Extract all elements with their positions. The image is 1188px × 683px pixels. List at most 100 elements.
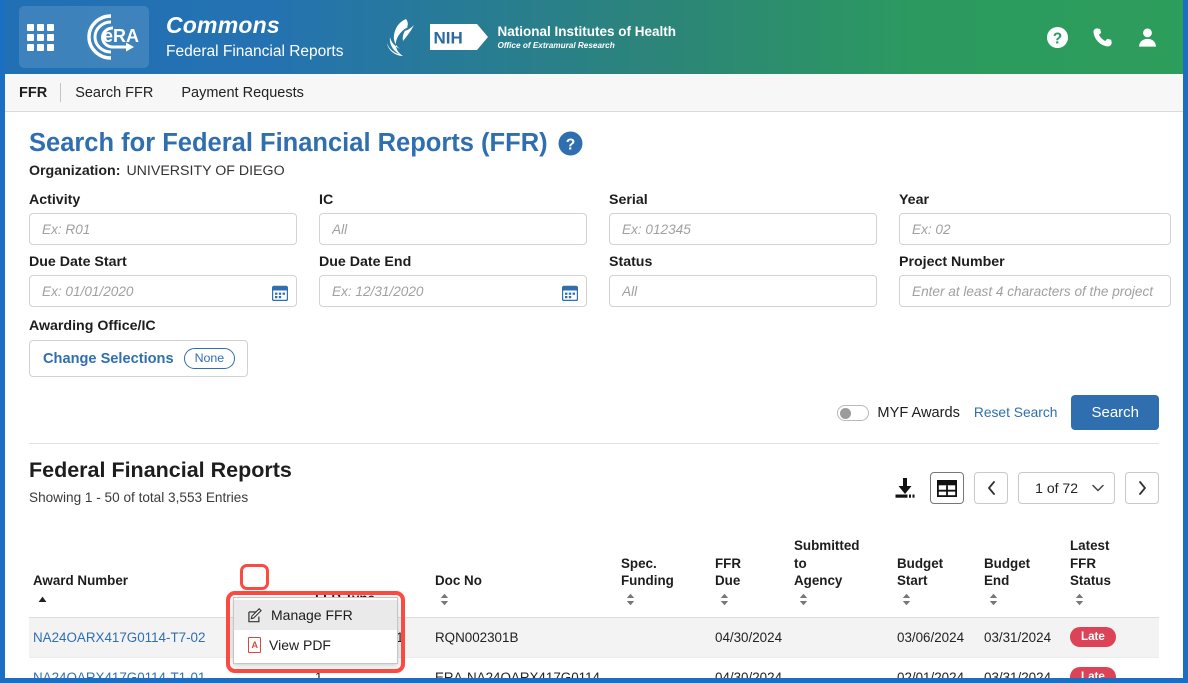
table-view-icon — [937, 479, 958, 497]
sort-both-icon — [720, 594, 729, 606]
masthead-actions: ? — [1046, 26, 1165, 49]
col-submitted-to-agency[interactable]: Submitted to Agency — [794, 519, 897, 619]
col-ffr-due[interactable]: FFR Due — [715, 519, 794, 619]
col-budget-start[interactable]: Budget Start — [897, 519, 984, 619]
next-page-button[interactable] — [1125, 472, 1159, 504]
project-number-input[interactable] — [910, 276, 1160, 306]
application-window: eRA Commons Federal Financial Reports NI… — [0, 0, 1188, 683]
col-latest-ffr-status[interactable]: Latest FFR Status — [1070, 519, 1159, 619]
due-date-end-input[interactable] — [330, 276, 576, 306]
year-input[interactable] — [910, 214, 1160, 244]
apps-grid-icon[interactable] — [27, 23, 54, 51]
context-menu-item-manage-ffr[interactable]: Manage FFR — [234, 600, 397, 630]
cell-latest-ffr-status: Late — [1070, 617, 1159, 659]
page-title: Search for Federal Financial Reports (FF… — [29, 129, 548, 157]
col-award-number[interactable]: Award Number — [29, 519, 241, 619]
organization-row: Organization: UNIVERSITY OF DIEGO — [29, 163, 1159, 179]
app-masthead: eRA Commons Federal Financial Reports NI… — [5, 0, 1183, 74]
table-view-button[interactable] — [930, 472, 965, 504]
cell-budget-end: 03/31/2024 — [984, 617, 1070, 659]
table-row: NA24OARX417G0114-T1-01 1 ERA-NA24OARX417… — [29, 657, 1159, 678]
search-button[interactable]: Search — [1071, 395, 1159, 430]
nav-link-search-ffr[interactable]: Search FFR — [61, 85, 167, 101]
award-number-link[interactable]: NA24OARX417G0114-T1-01 — [33, 670, 205, 678]
search-fields-grid: Activity IC Serial Year Due Date Start — [29, 192, 1171, 316]
ffr-results-table: Award Number FFR Type Doc No — [29, 519, 1159, 678]
results-toolbar: 1 of 72 — [890, 472, 1159, 504]
col-budget-end-label: Budget End — [984, 555, 1031, 589]
serial-input[interactable] — [620, 214, 866, 244]
page-selector[interactable]: 1 of 72 — [1018, 472, 1115, 504]
col-spec-funding[interactable]: Spec. Funding — [621, 519, 715, 619]
sort-asc-icon — [38, 596, 47, 603]
download-button[interactable] — [890, 472, 921, 504]
field-status: Status — [609, 254, 877, 307]
col-doc-no[interactable]: Doc No — [435, 519, 621, 619]
svg-text:eRA: eRA — [103, 26, 139, 46]
table-row: NA24OARX417G0114-T7-02 Semi-Annual-1 RQN… — [29, 617, 1159, 659]
field-year-label: Year — [899, 192, 929, 208]
chevron-left-icon — [987, 481, 995, 495]
cell-spec-funding — [621, 617, 715, 659]
col-spec-funding-label: Spec. Funding — [621, 555, 674, 589]
nih-badge-icon: NIH — [430, 24, 489, 50]
user-account-icon[interactable] — [1136, 26, 1159, 49]
ic-input[interactable] — [330, 214, 576, 244]
activity-input[interactable] — [40, 214, 286, 244]
nih-logo: NIH National Institutes of Health Office… — [430, 24, 676, 50]
myf-awards-toggle[interactable] — [837, 404, 870, 421]
due-date-start-input[interactable] — [40, 276, 286, 306]
download-icon — [895, 478, 915, 498]
svg-text:?: ? — [1053, 30, 1062, 47]
cell-award-number: NA24OARX417G0114-T7-02 — [29, 617, 241, 659]
col-ffr-due-label: FFR Due — [715, 555, 742, 589]
field-ic-label: IC — [319, 192, 334, 208]
col-latest-ffr-status-label: Latest FFR Status — [1070, 537, 1111, 589]
field-due-date-start-label: Due Date Start — [29, 254, 127, 270]
change-selections-button[interactable]: Change Selections None — [29, 340, 249, 377]
cell-ffr-due: 04/30/2024 — [715, 657, 794, 678]
brand-block[interactable]: eRA — [19, 6, 149, 68]
previous-page-button[interactable] — [974, 472, 1009, 504]
cell-submitted-to-agency — [794, 617, 897, 659]
nih-title: National Institutes of Health — [497, 24, 676, 40]
help-circle-icon[interactable]: ? — [1046, 26, 1069, 49]
nav-link-payment-requests[interactable]: Payment Requests — [167, 85, 318, 101]
pdf-file-icon — [248, 637, 261, 653]
field-due-date-end-label: Due Date End — [319, 254, 412, 270]
sort-both-icon — [1075, 594, 1084, 606]
context-menu-item-view-pdf[interactable]: View PDF — [234, 630, 397, 660]
calendar-icon[interactable] — [562, 285, 578, 301]
section-divider — [29, 443, 1159, 444]
cell-award-number: NA24OARX417G0114-T1-01 — [29, 657, 241, 678]
cell-budget-start: 02/01/2024 — [897, 657, 984, 678]
phone-icon[interactable] — [1091, 26, 1114, 49]
status-input[interactable] — [620, 276, 866, 306]
sort-both-icon — [626, 594, 635, 606]
cell-ffr-due: 04/30/2024 — [715, 617, 794, 659]
row-actions-context-menu: Manage FFR View PDF — [233, 597, 398, 664]
award-number-link[interactable]: NA24OARX417G0114-T7-02 — [33, 630, 205, 645]
field-project-number-label: Project Number — [899, 254, 1005, 270]
cell-budget-end: 03/31/2024 — [984, 657, 1070, 678]
cell-latest-ffr-status: Late — [1070, 657, 1159, 678]
field-due-date-start: Due Date Start — [29, 254, 297, 307]
table-header-row: Award Number FFR Type Doc No — [29, 519, 1159, 619]
row-actions-kebab-button[interactable] — [241, 676, 263, 678]
nav-section-label: FFR — [19, 84, 48, 101]
hhs-seal-icon — [387, 19, 415, 56]
reset-search-link[interactable]: Reset Search — [974, 405, 1058, 420]
field-due-date-end: Due Date End — [319, 254, 587, 307]
cell-spec-funding — [621, 657, 715, 678]
app-subtitle: Federal Financial Reports — [166, 43, 344, 61]
cell-doc-no: RQN002301B — [435, 617, 621, 659]
field-activity-label: Activity — [29, 192, 81, 208]
table-header: Award Number FFR Type Doc No — [29, 519, 1159, 619]
edit-pencil-icon — [248, 607, 262, 622]
field-status-label: Status — [609, 254, 653, 270]
calendar-icon[interactable] — [272, 285, 288, 301]
page-indicator: 1 of 72 — [1035, 480, 1078, 496]
col-budget-end[interactable]: Budget End — [984, 519, 1070, 619]
page-help-icon[interactable]: ? — [558, 131, 583, 156]
results-title: Federal Financial Reports — [29, 458, 292, 482]
